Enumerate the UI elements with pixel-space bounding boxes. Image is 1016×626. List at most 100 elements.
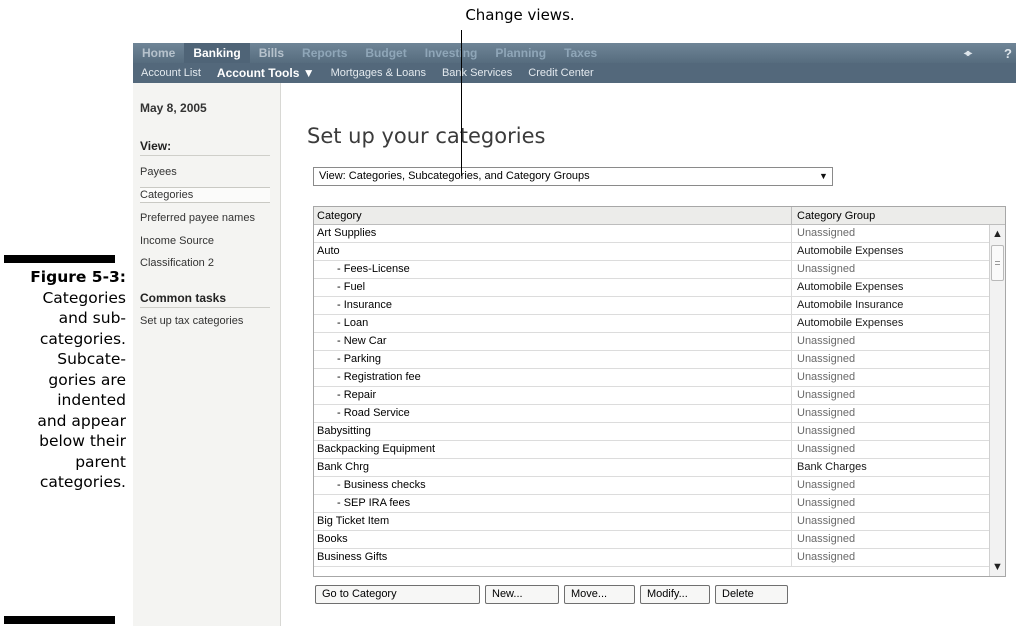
- category-group-cell: Unassigned: [797, 533, 856, 545]
- table-row[interactable]: - Business checks Unassigned: [314, 477, 990, 495]
- dropdown-arrow-icon[interactable]: ▼: [815, 168, 832, 185]
- table-row[interactable]: - Loan Automobile Expenses: [314, 315, 990, 333]
- sidebar-item-preferred-payee-names[interactable]: Preferred payee names: [140, 212, 270, 224]
- app-window: Home Banking Bills Reports Budget Invest…: [133, 43, 1016, 626]
- tab-budget[interactable]: Budget: [356, 43, 415, 63]
- category-group-cell: Automobile Expenses: [797, 281, 904, 293]
- table-row[interactable]: - Fuel Automobile Expenses: [314, 279, 990, 297]
- tab-bills[interactable]: Bills: [250, 43, 293, 63]
- view-select-value: View: Categories, Subcategories, and Cat…: [319, 170, 590, 182]
- category-cell: - Insurance: [314, 297, 792, 314]
- modify-button[interactable]: Modify...: [640, 585, 710, 604]
- category-cell: - Parking: [314, 351, 792, 368]
- scroll-thumb[interactable]: [991, 245, 1004, 281]
- category-cell: - Loan: [314, 315, 792, 332]
- grid-header: Category Category Group: [314, 207, 1005, 225]
- sidebar: May 8, 2005 View: Payees Categories Pref…: [133, 83, 281, 626]
- vertical-scrollbar[interactable]: ▲ ▼: [989, 225, 1005, 576]
- caption-line: Subcate-: [57, 350, 126, 368]
- help-icon[interactable]: ?: [1004, 46, 1012, 61]
- table-row[interactable]: Auto Automobile Expenses: [314, 243, 990, 261]
- category-cell: Babysitting: [314, 423, 792, 440]
- switch-arrows-icon[interactable]: ◂▸: [964, 48, 972, 59]
- grid-rows: Art Supplies Unassigned Auto Automobile Exp…: [314, 225, 990, 567]
- caption-top-rule: [4, 255, 115, 263]
- category-group-cell: Unassigned: [797, 497, 856, 509]
- category-cell: Auto: [314, 243, 792, 260]
- table-row[interactable]: Babysitting Unassigned: [314, 423, 990, 441]
- subnav-mortgages-loans[interactable]: Mortgages & Loans: [323, 67, 434, 79]
- category-group-cell: Unassigned: [797, 551, 856, 563]
- category-group-cell: Unassigned: [797, 227, 856, 239]
- category-group-cell: Unassigned: [797, 389, 856, 401]
- table-row[interactable]: Backpacking Equipment Unassigned: [314, 441, 990, 459]
- table-row[interactable]: - Fees-License Unassigned: [314, 261, 990, 279]
- category-group-cell: Unassigned: [797, 335, 856, 347]
- nav-right-icons: ◂▸ ?: [964, 43, 1016, 63]
- column-header-category[interactable]: Category: [314, 207, 792, 224]
- table-row[interactable]: - Registration fee Unassigned: [314, 369, 990, 387]
- current-date: May 8, 2005: [140, 101, 207, 115]
- page-title: Set up your categories: [307, 124, 546, 148]
- tab-reports[interactable]: Reports: [293, 43, 356, 63]
- table-row[interactable]: - Insurance Automobile Insurance: [314, 297, 990, 315]
- table-row[interactable]: - Parking Unassigned: [314, 351, 990, 369]
- tab-planning[interactable]: Planning: [486, 43, 555, 63]
- sidebar-item-categories[interactable]: Categories: [140, 187, 270, 203]
- delete-button[interactable]: Delete: [715, 585, 788, 604]
- move-button[interactable]: Move...: [564, 585, 635, 604]
- category-group-cell: Unassigned: [797, 353, 856, 365]
- table-row[interactable]: - New Car Unassigned: [314, 333, 990, 351]
- new-button[interactable]: New...: [485, 585, 559, 604]
- category-group-cell: Unassigned: [797, 443, 856, 455]
- go-to-category-button[interactable]: Go to Category: [315, 585, 480, 604]
- caption-line: Categories: [42, 288, 126, 307]
- caption-line: gories are: [48, 370, 126, 389]
- category-cell: - Repair: [314, 387, 792, 404]
- table-row[interactable]: Art Supplies Unassigned: [314, 225, 990, 243]
- table-row[interactable]: Big Ticket Item Unassigned: [314, 513, 990, 531]
- subnav-account-tools[interactable]: Account Tools ▼: [209, 66, 323, 80]
- figure-caption: Figure 5-3: Categories and sub- categori…: [4, 267, 126, 493]
- category-group-cell: Automobile Expenses: [797, 245, 904, 257]
- caption-line: indented: [57, 391, 126, 409]
- caption-line: and sub-: [58, 309, 126, 327]
- category-group-cell: Unassigned: [797, 263, 856, 275]
- sub-nav: Account List Account Tools ▼ Mortgages &…: [133, 63, 1016, 83]
- caption-line: categories.: [39, 473, 126, 491]
- category-cell: - Fees-License: [314, 261, 792, 278]
- subnav-credit-center[interactable]: Credit Center: [520, 67, 601, 79]
- caption-line: parent: [75, 452, 126, 471]
- tab-banking[interactable]: Banking: [184, 43, 250, 63]
- category-grid: Category Category Group Art Supplies Unas…: [313, 206, 1006, 577]
- table-row[interactable]: - Road Service Unassigned: [314, 405, 990, 423]
- category-cell: - New Car: [314, 333, 792, 350]
- category-group-cell: Unassigned: [797, 371, 856, 383]
- tab-home[interactable]: Home: [133, 43, 184, 63]
- view-heading: View:: [140, 139, 270, 156]
- tab-investing[interactable]: Investing: [416, 43, 487, 63]
- scroll-up-icon[interactable]: ▲: [990, 226, 1005, 242]
- category-cell: - SEP IRA fees: [314, 495, 792, 512]
- tab-taxes[interactable]: Taxes: [555, 43, 606, 63]
- category-cell: - Business checks: [314, 477, 792, 494]
- sidebar-item-classification-2[interactable]: Classification 2: [140, 257, 270, 269]
- callout-pointer-line: [461, 30, 462, 176]
- sidebar-item-income-source[interactable]: Income Source: [140, 235, 270, 247]
- category-group-cell: Automobile Expenses: [797, 317, 904, 329]
- task-set-up-tax-categories[interactable]: Set up tax categories: [140, 315, 243, 327]
- table-row[interactable]: - Repair Unassigned: [314, 387, 990, 405]
- subnav-bank-services[interactable]: Bank Services: [434, 67, 520, 79]
- column-header-category-group[interactable]: Category Group: [792, 207, 1005, 224]
- view-select[interactable]: View: Categories, Subcategories, and Cat…: [313, 167, 833, 186]
- table-row[interactable]: Business Gifts Unassigned: [314, 549, 990, 567]
- subnav-account-list[interactable]: Account List: [133, 67, 209, 79]
- table-row[interactable]: - SEP IRA fees Unassigned: [314, 495, 990, 513]
- category-group-cell: Unassigned: [797, 479, 856, 491]
- table-row[interactable]: Bank Chrg Bank Charges: [314, 459, 990, 477]
- category-group-cell: Unassigned: [797, 425, 856, 437]
- scroll-down-icon[interactable]: ▼: [990, 559, 1005, 575]
- category-cell: - Registration fee: [314, 369, 792, 386]
- table-row[interactable]: Books Unassigned: [314, 531, 990, 549]
- sidebar-item-payees[interactable]: Payees: [140, 166, 270, 178]
